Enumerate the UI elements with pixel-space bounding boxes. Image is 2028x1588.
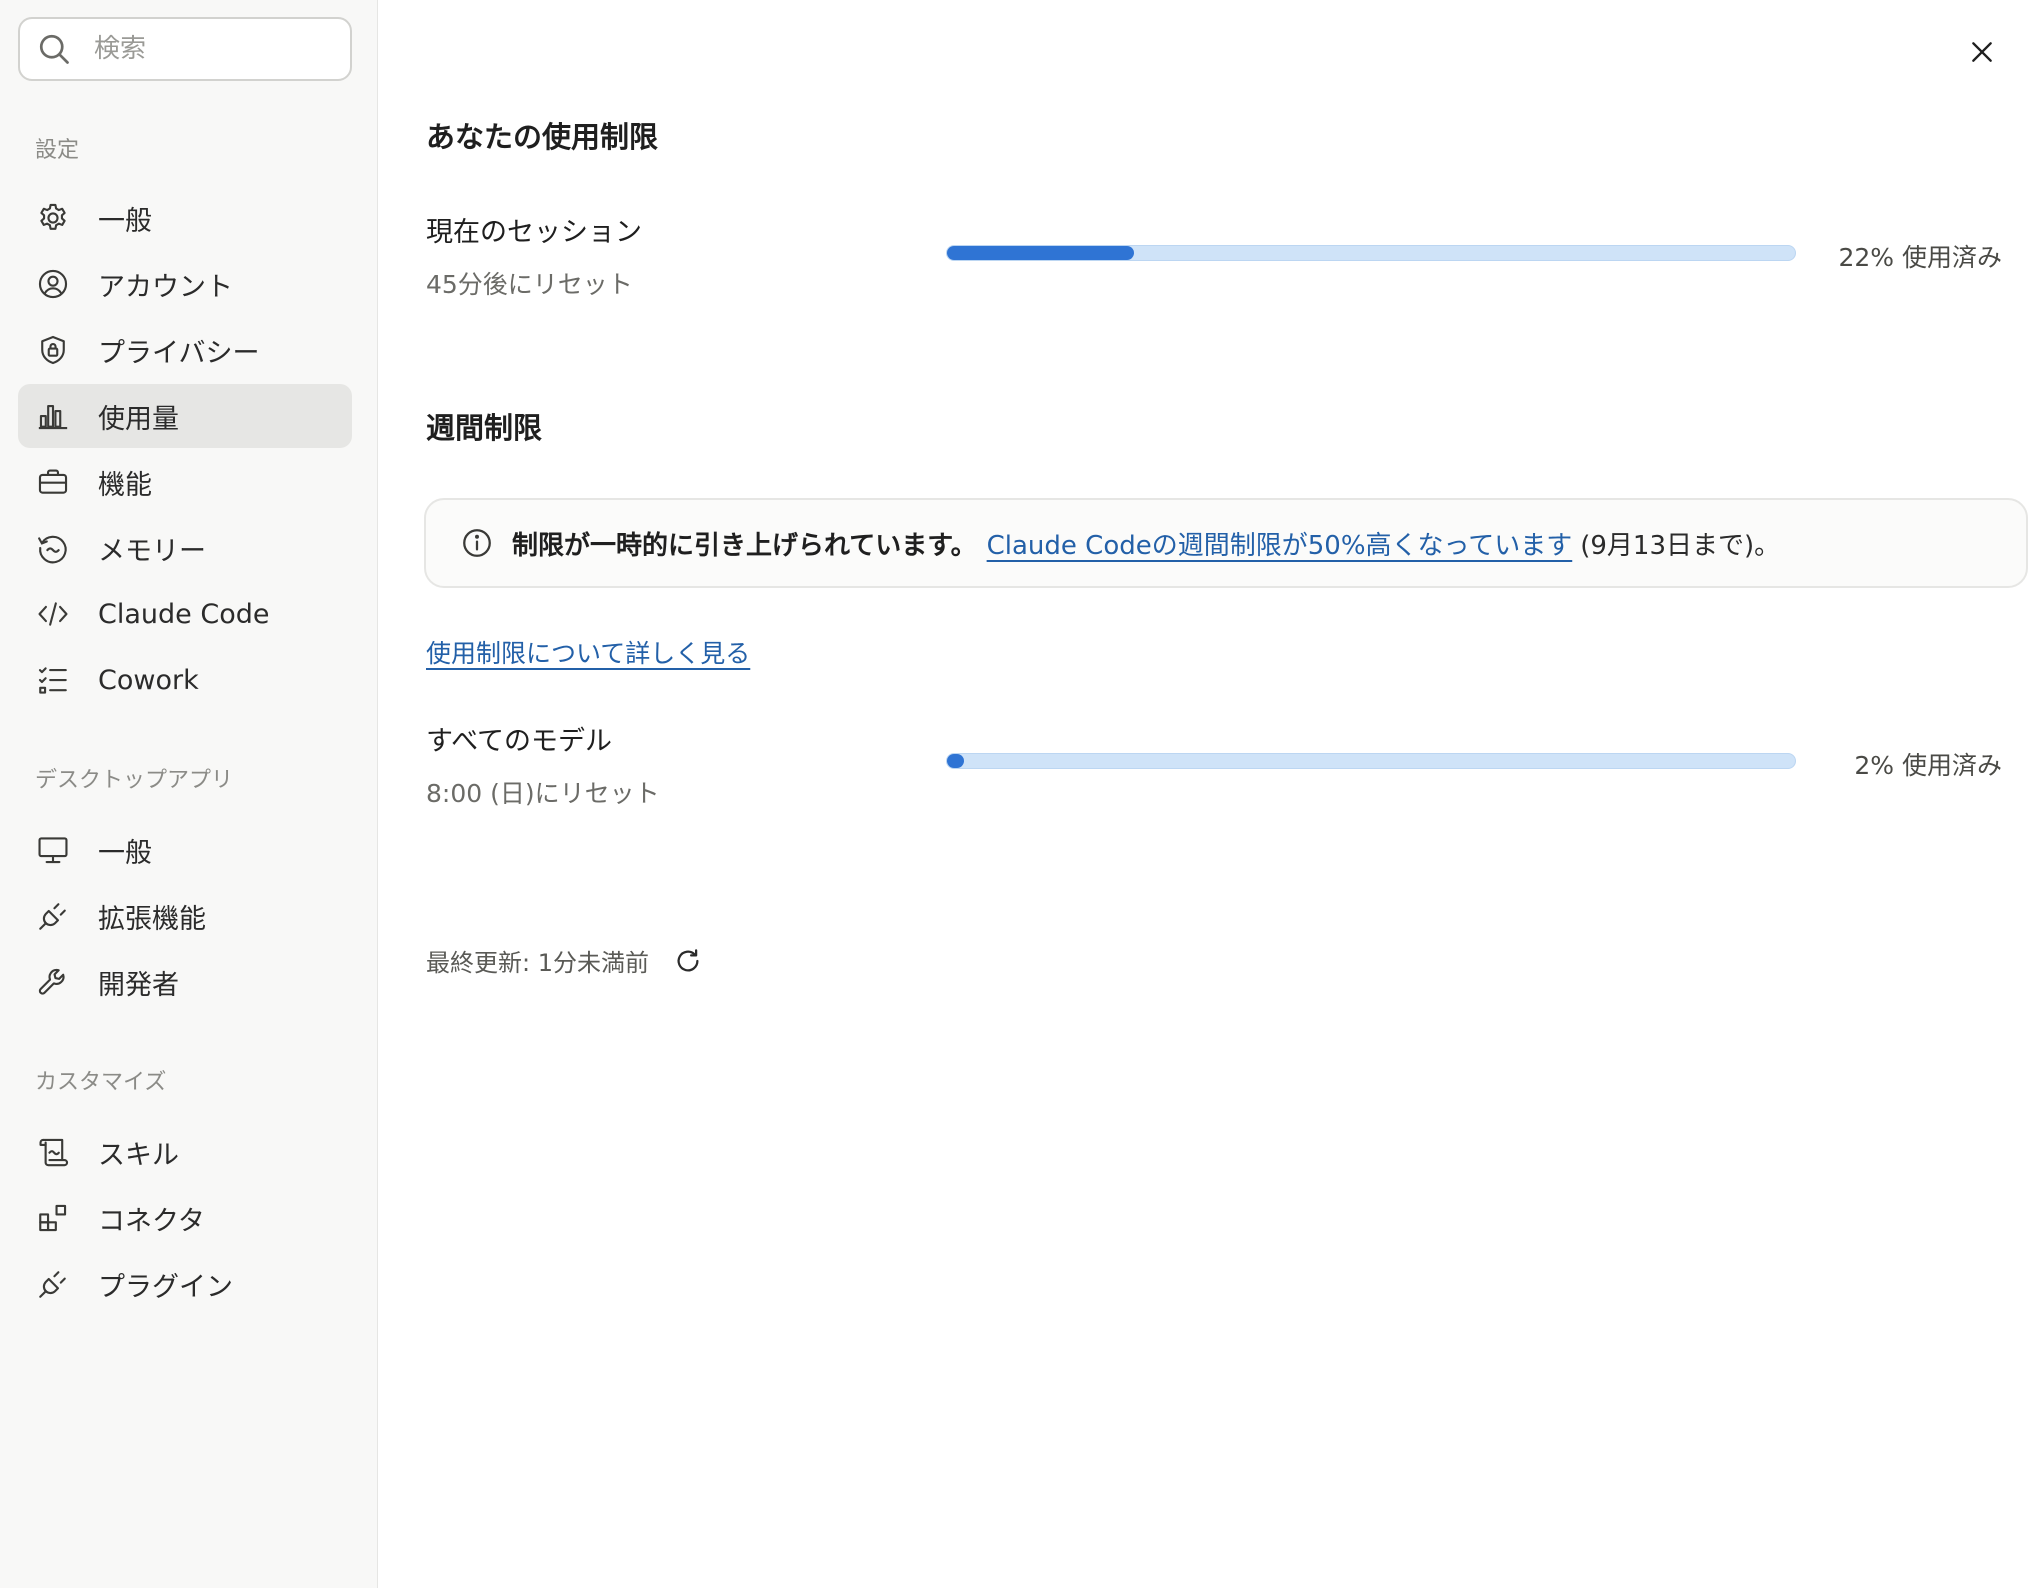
- last-updated: 最終更新: 1分未満前: [426, 943, 703, 978]
- sidebar-item-label: Cowork: [98, 664, 199, 696]
- sidebar-item-label: アカウント: [98, 271, 233, 303]
- sidebar-item-label: メモリー: [98, 535, 206, 567]
- usage-panel: あなたの使用制限 現在のセッション 45分後にリセット 22% 使用済み 週間制…: [378, 0, 2028, 1588]
- learn-more-link[interactable]: 使用制限について詳しく見る: [426, 634, 750, 670]
- shield-lock-icon: [36, 333, 70, 367]
- memory-icon: [36, 531, 70, 565]
- sidebar-item-developer[interactable]: 開発者: [18, 950, 352, 1014]
- close-icon: [1972, 42, 1992, 62]
- all-models-reset-text: 8:00 (日)にリセット: [426, 779, 660, 808]
- blocks-icon: [36, 1201, 70, 1235]
- all-models-title: すべてのモデル: [426, 726, 613, 757]
- sidebar-item-plugins[interactable]: プラグイン: [18, 1252, 352, 1316]
- last-updated-text: 最終更新: 1分未満前: [426, 949, 649, 977]
- sidebar-item-account[interactable]: アカウント: [18, 252, 352, 316]
- all-models-progress-fill: [947, 754, 964, 768]
- sidebar: 設定 一般 アカウント: [0, 0, 378, 1588]
- sidebar-item-claude-code[interactable]: Claude Code: [18, 582, 352, 646]
- session-reset-text: 45分後にリセット: [426, 270, 633, 299]
- section-label-settings: 設定: [35, 138, 80, 163]
- sidebar-item-features[interactable]: 機能: [18, 450, 352, 514]
- settings-window: 設定 一般 アカウント: [0, 0, 2028, 1588]
- sidebar-item-skills[interactable]: スキル: [18, 1120, 352, 1184]
- search-input[interactable]: [94, 34, 314, 64]
- session-percent-label: 22% 使用済み: [1838, 243, 2002, 272]
- sidebar-item-label: Claude Code: [98, 598, 270, 630]
- sidebar-item-label: 開発者: [98, 969, 179, 1001]
- search-icon: [39, 34, 69, 64]
- section-label-customize: カスタマイズ: [35, 1070, 167, 1095]
- sidebar-item-desktop-general[interactable]: 一般: [18, 818, 352, 882]
- sidebar-item-label: コネクタ: [98, 1205, 205, 1237]
- sidebar-item-label: 一般: [98, 837, 152, 869]
- weekly-title: 週間制限: [426, 411, 543, 445]
- temporary-limit-notice: 制限が一時的に引き上げられています。 Claude Codeの週間制限が50%高…: [424, 498, 2028, 588]
- sidebar-item-usage[interactable]: 使用量: [18, 384, 352, 448]
- sidebar-item-label: プラグイン: [98, 1271, 233, 1303]
- bar-chart-icon: [36, 399, 70, 433]
- sidebar-item-label: プライバシー: [98, 337, 260, 369]
- gear-icon: [36, 201, 70, 235]
- sidebar-item-general[interactable]: 一般: [18, 186, 352, 250]
- refresh-icon[interactable]: [673, 946, 703, 976]
- user-circle-icon: [36, 267, 70, 301]
- session-title: 現在のセッション: [426, 217, 642, 248]
- sidebar-item-privacy[interactable]: プライバシー: [18, 318, 352, 382]
- notice-link[interactable]: Claude Codeの週間制限が50%高くなっています: [987, 525, 1573, 562]
- code-icon: [36, 597, 70, 631]
- sidebar-item-label: 使用量: [98, 403, 179, 435]
- monitor-icon: [36, 833, 70, 867]
- page-title: あなたの使用制限: [426, 120, 659, 154]
- sidebar-item-cowork[interactable]: Cowork: [18, 648, 352, 712]
- all-models-percent-label: 2% 使用済み: [1854, 751, 2002, 780]
- section-label-desktop-app: デスクトップアプリ: [35, 768, 234, 793]
- sidebar-item-connectors[interactable]: コネクタ: [18, 1186, 352, 1250]
- sidebar-item-memory[interactable]: メモリー: [18, 516, 352, 580]
- briefcase-icon: [36, 465, 70, 499]
- close-button[interactable]: [1962, 32, 2002, 72]
- search-box[interactable]: [18, 17, 352, 81]
- wrench-icon: [36, 965, 70, 999]
- sidebar-item-label: 拡張機能: [98, 903, 206, 935]
- sidebar-item-label: 機能: [98, 469, 152, 501]
- sidebar-item-extensions[interactable]: 拡張機能: [18, 884, 352, 948]
- sidebar-item-label: 一般: [98, 205, 152, 237]
- info-icon: [463, 529, 491, 557]
- sidebar-item-label: スキル: [98, 1139, 179, 1171]
- checklist-icon: [36, 663, 70, 697]
- notice-tail-text: (9月13日まで)。: [1580, 530, 1781, 561]
- notice-strong-text: 制限が一時的に引き上げられています。: [512, 530, 977, 561]
- session-progress-fill: [947, 246, 1134, 260]
- all-models-progress-bar: [946, 753, 1796, 769]
- plug-icon: [36, 899, 70, 933]
- session-progress-bar: [946, 245, 1796, 261]
- scroll-icon: [36, 1135, 70, 1169]
- plug-icon: [36, 1267, 70, 1301]
